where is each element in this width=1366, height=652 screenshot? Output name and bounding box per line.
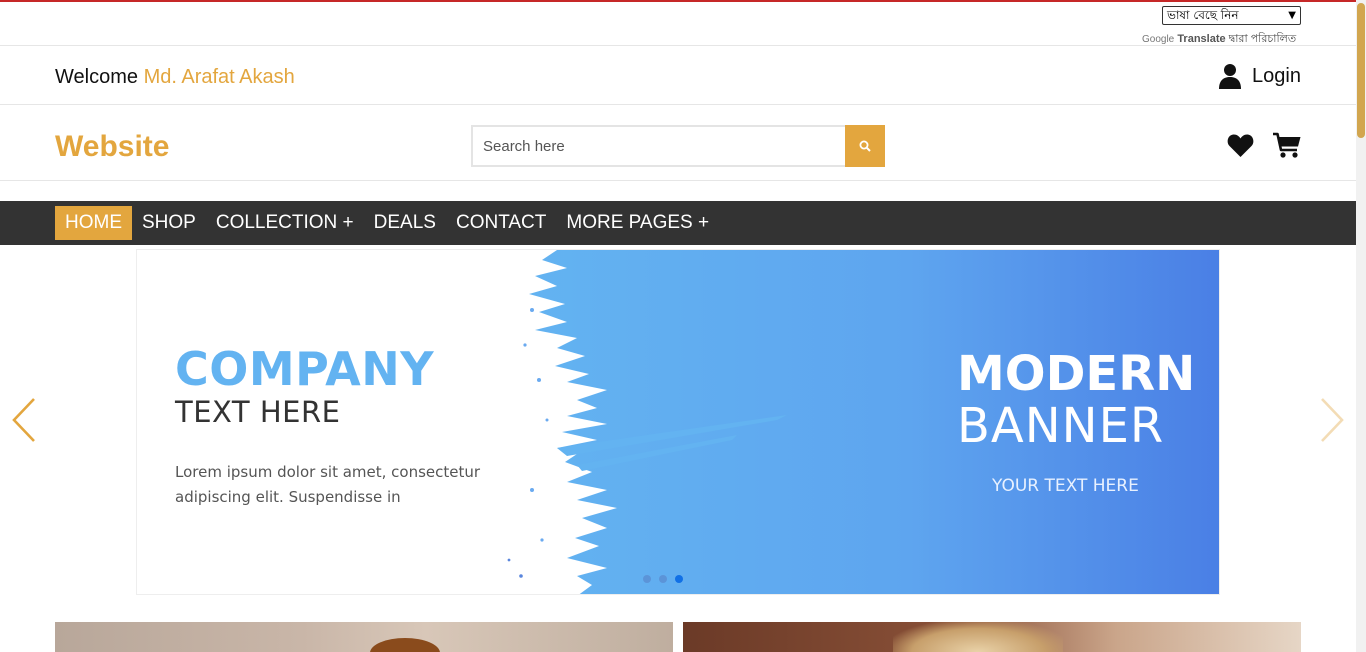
cart-button[interactable] (1272, 132, 1302, 164)
language-select[interactable]: ভাষা বেছে নিন ▼ (1162, 6, 1301, 25)
nav-deals[interactable]: DEALS (364, 206, 446, 240)
search-icon (859, 140, 871, 152)
promo-image-left[interactable] (55, 622, 673, 652)
welcome-bar: Welcome Md. Arafat Akash Login (0, 46, 1356, 105)
language-select-value: ভাষা বেছে নিন (1167, 8, 1239, 22)
chevron-left-icon (12, 398, 35, 442)
carousel-next-button[interactable] (1318, 397, 1346, 448)
user-icon (1219, 64, 1241, 89)
search-bar (471, 125, 885, 167)
promo-image-right[interactable] (683, 622, 1301, 652)
wishlist-button[interactable] (1227, 133, 1254, 163)
main-nav: HOME SHOP COLLECTION + DEALS CONTACT MOR… (0, 201, 1356, 245)
hero-banner[interactable]: COMPANY TEXT HERE Lorem ipsum dolor sit … (136, 249, 1220, 595)
welcome-message: Welcome Md. Arafat Akash (55, 66, 295, 89)
carousel-dot-1[interactable] (643, 575, 651, 583)
carousel-dot-2[interactable] (659, 575, 667, 583)
nav-collection[interactable]: COLLECTION + (206, 206, 364, 240)
banner-text-here: TEXT HERE (175, 395, 341, 429)
login-label: Login (1252, 64, 1301, 87)
banner-banner-word: BANNER (957, 398, 1165, 454)
heart-icon (1227, 134, 1254, 157)
page-scrollbar[interactable] (1356, 0, 1366, 652)
nav-shop[interactable]: SHOP (132, 206, 206, 240)
translate-label: Translate (1177, 33, 1226, 45)
nav-contact[interactable]: CONTACT (446, 206, 556, 240)
banner-description: Lorem ipsum dolor sit amet, consectetur … (175, 463, 481, 506)
chevron-down-icon: ▼ (1288, 10, 1296, 21)
carousel-dot-3[interactable] (675, 575, 683, 583)
search-button[interactable] (845, 125, 885, 167)
banner-modern: MODERN (957, 346, 1196, 402)
google-logo: Google (1142, 34, 1175, 45)
nav-home[interactable]: HOME (55, 206, 132, 240)
login-link[interactable]: Login (1218, 63, 1301, 89)
banner-your-text: YOUR TEXT HERE (992, 476, 1139, 496)
search-input[interactable] (471, 125, 845, 167)
site-header: Website (0, 105, 1356, 181)
scrollbar-thumb[interactable] (1357, 3, 1365, 138)
welcome-prefix: Welcome (55, 66, 138, 88)
welcome-user-name: Md. Arafat Akash (143, 66, 295, 88)
promo-hair-shape (893, 622, 1063, 652)
powered-by-label: দ্বারা পরিচালিত (1228, 33, 1297, 45)
translate-bar: ভাষা বেছে নিন ▼ Google Translate দ্বারা … (0, 2, 1356, 46)
chevron-right-icon (1321, 398, 1344, 442)
cart-icon (1273, 132, 1301, 158)
nav-more-pages[interactable]: MORE PAGES + (556, 206, 719, 240)
site-logo[interactable]: Website (55, 130, 169, 164)
carousel-prev-button[interactable] (10, 397, 38, 448)
carousel-indicators (643, 575, 683, 583)
banner-company: COMPANY (175, 342, 435, 396)
promo-hat-shape (370, 638, 440, 652)
